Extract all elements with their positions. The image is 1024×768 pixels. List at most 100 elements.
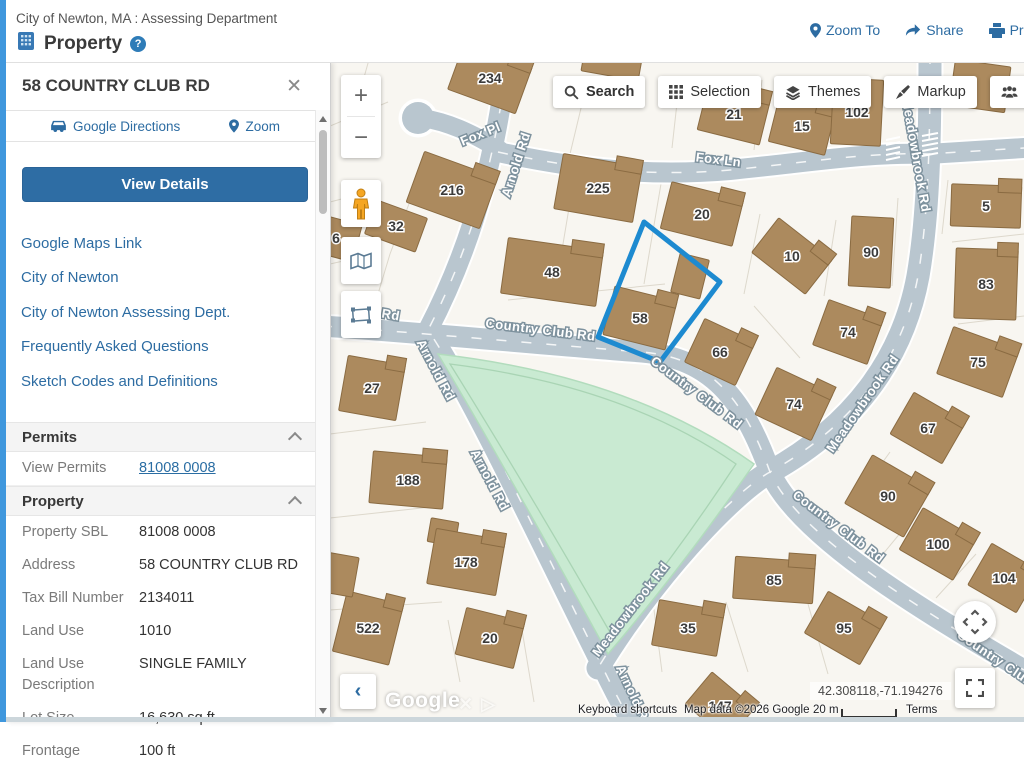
- house-number-label: 67: [920, 420, 936, 436]
- scroll-up-icon[interactable]: [319, 116, 327, 122]
- section-title: Permits: [22, 428, 78, 446]
- row-label: Property SBL: [22, 524, 109, 541]
- house-number-label: 188: [396, 472, 420, 488]
- search-button[interactable]: Search: [553, 76, 646, 108]
- coordinates-readout: 42.308118,-71.194276: [810, 682, 951, 700]
- house-number-label: 48: [544, 264, 560, 280]
- panel-link[interactable]: City of Newton: [21, 261, 330, 295]
- panel-link[interactable]: Google Maps Link: [21, 227, 330, 261]
- panel-link[interactable]: Sketch Codes and Definitions: [21, 365, 330, 399]
- house-number-label: 100: [926, 536, 950, 552]
- house-number-label: 66: [712, 344, 728, 360]
- property-row: Frontage 100 ft: [6, 735, 330, 768]
- car-icon: [51, 120, 66, 132]
- house-number-label: 27: [364, 380, 380, 396]
- zoom-out-button[interactable]: −: [341, 117, 381, 158]
- zoom-link[interactable]: Zoom: [229, 119, 280, 134]
- row-value: 2134011: [139, 590, 195, 607]
- parcel-map[interactable]: Fox PlArnold Rd Fox Ln Meadowbrook RdCount…: [330, 62, 1024, 722]
- road-label: Meadowbrook Rd: [823, 352, 901, 455]
- property-row: Tax Bill Number 2134011: [6, 582, 330, 615]
- google-directions-link[interactable]: Google Directions: [50, 119, 180, 134]
- panel-link[interactable]: City of Newton Assessing Dept.: [21, 296, 330, 330]
- keyboard-shortcuts-link[interactable]: Keyboard shortcuts: [578, 704, 677, 716]
- themes-button[interactable]: Themes: [774, 76, 872, 108]
- row-label: Frontage: [22, 743, 81, 760]
- layers-icon: [786, 85, 801, 100]
- basemap-button[interactable]: [341, 237, 381, 284]
- chevron-up-icon: [287, 431, 303, 447]
- house-number-label: 225: [586, 180, 610, 196]
- row-value: SINGLE FAMILY: [139, 656, 247, 673]
- house-number-label: 83: [978, 276, 994, 292]
- map-toolbar: Search Selection Themes Markup Abutters: [553, 76, 1024, 108]
- row-value: 81008 0008: [139, 524, 216, 541]
- close-icon[interactable]: ✕: [280, 75, 320, 98]
- help-icon[interactable]: ?: [130, 35, 147, 52]
- panel-links: Google Maps Link City of Newton City of Ne…: [6, 227, 330, 399]
- fullscreen-button[interactable]: [955, 668, 995, 708]
- terms-link[interactable]: Terms: [906, 704, 937, 716]
- extent-button[interactable]: [341, 291, 381, 338]
- markup-button[interactable]: Markup: [884, 76, 977, 108]
- property-row: Address 58 COUNTRY CLUB RD: [6, 549, 330, 582]
- section-header[interactable]: Permits: [6, 422, 330, 453]
- header-actions: Zoom To Share Print: [810, 22, 1024, 38]
- selection-button[interactable]: Selection: [658, 76, 762, 108]
- map-area[interactable]: Fox Pl Arnold Rd Fox Ln Meadowbrook Rd Count…: [330, 62, 1024, 722]
- house-number-label: 5: [982, 198, 990, 214]
- house-number-label: 35: [680, 620, 696, 636]
- house-number-label: 75: [970, 354, 986, 370]
- scale-label: 20 m: [813, 704, 839, 716]
- extent-icon: [351, 306, 371, 323]
- chevron-up-icon: [287, 495, 303, 511]
- fullscreen-icon: [966, 679, 984, 697]
- row-value: 100 ft: [139, 743, 176, 760]
- print-button[interactable]: Print: [988, 22, 1024, 38]
- printer-icon: [988, 22, 1005, 38]
- panel-scrollbar[interactable]: [315, 110, 330, 722]
- house-number-label: 10: [784, 248, 800, 264]
- road-label: Rd: [380, 306, 401, 324]
- row-label: Tax Bill Number: [22, 590, 124, 607]
- map-pin-icon: [229, 119, 240, 133]
- scrollbar-thumb[interactable]: [319, 130, 327, 214]
- row-label: Land Use: [22, 623, 85, 640]
- section-header[interactable]: Property: [6, 486, 330, 517]
- zoom-in-button[interactable]: +: [341, 75, 381, 116]
- row-value-link[interactable]: 81008 0008: [139, 458, 216, 479]
- house-number-label: 32: [388, 218, 404, 234]
- section-title: Property: [22, 492, 84, 510]
- building: [330, 550, 360, 598]
- house-number-label: 74: [786, 396, 802, 412]
- house-number-label: 178: [454, 554, 478, 570]
- house-number-label: 6: [332, 230, 340, 246]
- left-accent-bar: [0, 0, 6, 722]
- view-details-button[interactable]: View Details: [22, 167, 308, 202]
- parcel-address-title: 58 COUNTRY CLUB RD: [22, 76, 210, 95]
- zoom-to-button[interactable]: Zoom To: [810, 22, 880, 38]
- map-icon: [350, 251, 372, 270]
- building-icon: [16, 31, 36, 56]
- share-button[interactable]: Share: [905, 22, 964, 38]
- house-number-label: 90: [880, 488, 896, 504]
- brush-icon: [896, 84, 911, 99]
- pan-arrows-icon: [962, 609, 988, 635]
- abutters-button[interactable]: Abutters: [989, 76, 1024, 108]
- search-icon: [564, 85, 579, 100]
- row-label: Land Use Description: [22, 656, 95, 694]
- scroll-down-icon[interactable]: [319, 708, 327, 714]
- property-panel: 58 COUNTRY CLUB RD ✕ Google Directions Z…: [6, 62, 331, 759]
- pan-button[interactable]: [954, 601, 996, 643]
- house-number-label: 95: [836, 620, 852, 636]
- row-label: Address: [22, 557, 76, 574]
- row-value: 1010: [139, 623, 172, 640]
- house-number-label: 20: [482, 630, 498, 646]
- agency-title: City of Newton, MA : Assessing Departmen…: [16, 11, 278, 26]
- panel-link[interactable]: Frequently Asked Questions: [21, 330, 330, 364]
- house-number-label: 58: [632, 310, 648, 326]
- zoom-control: + −: [341, 75, 381, 158]
- property-row: View Permits 81008 0008: [6, 452, 330, 487]
- pegman-button[interactable]: [341, 180, 381, 227]
- property-row: Land Use Description SINGLE FAMILY: [6, 648, 330, 702]
